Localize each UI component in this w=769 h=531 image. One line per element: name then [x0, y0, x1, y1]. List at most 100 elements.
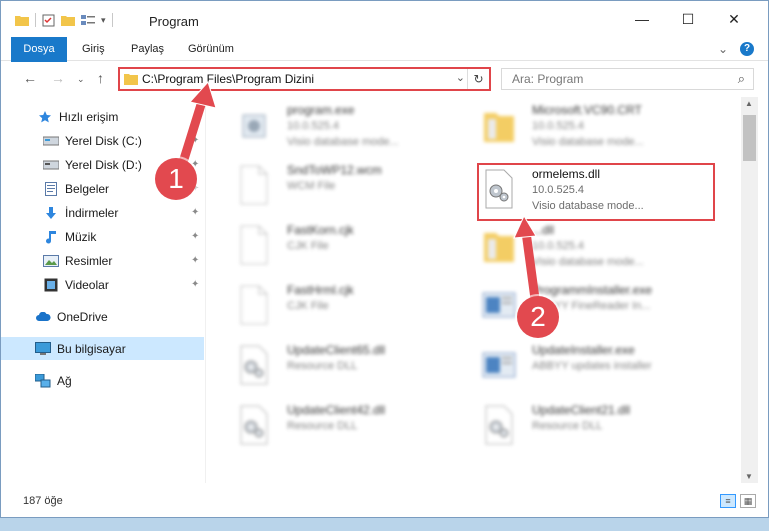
up-button[interactable]: ↑ — [97, 70, 104, 86]
folder-icon — [482, 225, 516, 265]
computer-icon — [35, 341, 51, 356]
file-item[interactable]: ormelems.dll 10.0.525.4 Visio database mod… — [476, 165, 706, 217]
file-item[interactable]: ProgrammInstaller.exe ABBYY FineReader In… — [476, 281, 706, 333]
sidebar-item-onedrive[interactable]: OneDrive — [1, 305, 204, 328]
scroll-up-icon[interactable]: ▲ — [745, 99, 753, 108]
file-item[interactable]: Microsoft.VC90.CRT 10.0.525.4 Visio databa… — [476, 101, 706, 153]
pin-icon[interactable]: ✦ — [191, 231, 199, 242]
file-detail: Resource DLL — [287, 420, 358, 432]
blank-file-icon — [237, 225, 271, 265]
ribbon-controls: ⌄ ? — [718, 42, 754, 56]
file-detail: 10.0.525.4 — [532, 240, 584, 252]
properties-icon[interactable] — [42, 14, 55, 27]
file-item[interactable]: FastHrml.cjk CJK File — [231, 281, 461, 333]
folder-icon — [124, 74, 138, 85]
title-bar: ▾ Program — ☐ ✕ — [1, 1, 768, 37]
pin-icon[interactable]: ✦ — [191, 135, 199, 146]
blank-file-icon — [237, 165, 271, 205]
maximize-icon: ☐ — [681, 10, 695, 27]
file-item[interactable]: UpdateInstaller.exe ABBYY updates install… — [476, 341, 706, 393]
file-name: UpdateInstaller.exe — [532, 343, 635, 357]
sidebar-item-label: İndirmeler — [65, 205, 119, 220]
back-button[interactable]: ← — [23, 70, 37, 86]
folder-icon[interactable] — [15, 14, 29, 26]
tab-view[interactable]: Görünüm — [188, 37, 234, 61]
sidebar-item-this-pc[interactable]: Bu bilgisayar — [1, 337, 204, 360]
file-item[interactable]: program.exe 10.0.525.4 Visio database mode… — [231, 101, 461, 153]
sidebar-item-videos[interactable]: Videolar ✦ — [1, 273, 204, 296]
file-item[interactable]: UpdateClient21.dll Resource DLL — [476, 401, 706, 453]
sidebar-item-label: Hızlı erişim — [59, 109, 119, 124]
sidebar-item-local-disk-c[interactable]: Yerel Disk (C:) ✦ — [1, 129, 204, 152]
sidebar-item-label: Videolar — [65, 277, 109, 292]
ribbon-tabs: Dosya Giriş Paylaş Görünüm ⌄ ? — [1, 37, 768, 89]
pin-icon[interactable]: ✦ — [191, 207, 199, 218]
sidebar-item-label: Yerel Disk (C:) — [65, 133, 142, 148]
status-bar: 187 öğe ≡ ▦ — [1, 491, 768, 513]
file-detail: 10.0.525.4 — [532, 120, 584, 132]
star-icon — [37, 110, 53, 124]
file-name: UpdateClient65.dll — [287, 343, 386, 357]
maximize-button[interactable]: ☐ — [665, 1, 711, 37]
dll-gear-icon — [237, 345, 271, 385]
file-detail: 10.0.525.4 — [287, 120, 339, 132]
close-button[interactable]: ✕ — [711, 1, 757, 37]
minimize-button[interactable]: — — [619, 1, 665, 37]
help-icon[interactable]: ? — [740, 42, 754, 56]
search-input[interactable]: Ara: Program ⌕ — [501, 68, 754, 90]
documents-icon — [43, 181, 59, 196]
file-detail: 10.0.525.4 — [532, 184, 584, 196]
file-name: ProgrammInstaller.exe — [532, 283, 653, 297]
file-detail: WCM File — [287, 180, 336, 192]
sidebar-item-label: Ağ — [57, 373, 72, 388]
dll-gear-icon — [482, 169, 516, 209]
scroll-thumb[interactable] — [743, 115, 756, 161]
desktop-background — [0, 518, 769, 531]
window-title: Program — [149, 14, 199, 29]
scroll-down-icon[interactable]: ▼ — [745, 472, 753, 481]
toolbar-divider — [111, 13, 113, 27]
tab-share[interactable]: Paylaş — [131, 37, 164, 61]
qat-dropdown-icon[interactable]: ▾ — [101, 15, 106, 26]
navigation-bar: ← → ⌄ ↑ C:\Program Files\Program Dizini … — [1, 62, 768, 96]
file-item[interactable]: FastKorn.cjk CJK File — [231, 221, 461, 273]
folder-icon — [482, 105, 516, 145]
installer-icon — [482, 285, 516, 325]
view-options-icon[interactable] — [81, 14, 95, 26]
sidebar-item-downloads[interactable]: İndirmeler ✦ — [1, 201, 204, 224]
sidebar-item-quick-access[interactable]: Hızlı erişim — [1, 105, 204, 128]
forward-button[interactable]: → — [51, 70, 65, 86]
file-detail: Resource DLL — [532, 420, 603, 432]
vertical-scrollbar[interactable]: ▲ ▼ — [741, 97, 758, 483]
quick-access-toolbar: ▾ — [15, 13, 113, 27]
sidebar-item-pictures[interactable]: Resimler ✦ — [1, 249, 204, 272]
pin-icon[interactable]: ✦ — [191, 279, 199, 290]
tab-home[interactable]: Giriş — [82, 37, 105, 61]
music-icon — [43, 230, 59, 244]
address-dropdown-icon[interactable]: ⌄ — [456, 71, 465, 84]
large-icons-view-icon[interactable]: ▦ — [740, 494, 756, 508]
file-name: program.exe — [287, 103, 355, 117]
file-item[interactable]: ...dll 10.0.525.4 Visio database mode... — [476, 221, 706, 273]
sidebar-item-network[interactable]: Ağ — [1, 369, 204, 392]
address-bar[interactable]: C:\Program Files\Program Dizini ⌄ ↻ — [118, 67, 491, 91]
file-item[interactable]: UpdateClient42.dll Resource DLL — [231, 401, 461, 453]
pin-icon[interactable]: ✦ — [191, 255, 199, 266]
explorer-window: ▾ Program — ☐ ✕ Dosya Giriş Paylaş Görün… — [0, 0, 769, 518]
new-folder-icon[interactable] — [61, 14, 75, 26]
ribbon-expand-icon[interactable]: ⌄ — [718, 42, 728, 56]
sidebar-item-label: Bu bilgisayar — [57, 341, 126, 356]
toolbar-divider — [35, 13, 36, 27]
view-toggle: ≡ ▦ — [720, 494, 756, 508]
recent-locations-button[interactable]: ⌄ — [77, 74, 85, 85]
download-icon — [43, 206, 59, 220]
file-item[interactable]: UpdateClient65.dll Resource DLL — [231, 341, 461, 393]
sidebar-item-label: Resimler — [65, 253, 113, 268]
details-view-icon[interactable]: ≡ — [720, 494, 736, 508]
drive-icon — [43, 134, 59, 148]
file-item[interactable]: SndToWP12.wcm WCM File — [231, 161, 461, 213]
file-list: program.exe 10.0.525.4 Visio database mode… — [211, 97, 741, 483]
refresh-button[interactable]: ↻ — [467, 69, 489, 89]
sidebar-item-music[interactable]: Müzik ✦ — [1, 225, 204, 248]
sidebar-item-label: Yerel Disk (D:) — [65, 157, 142, 172]
